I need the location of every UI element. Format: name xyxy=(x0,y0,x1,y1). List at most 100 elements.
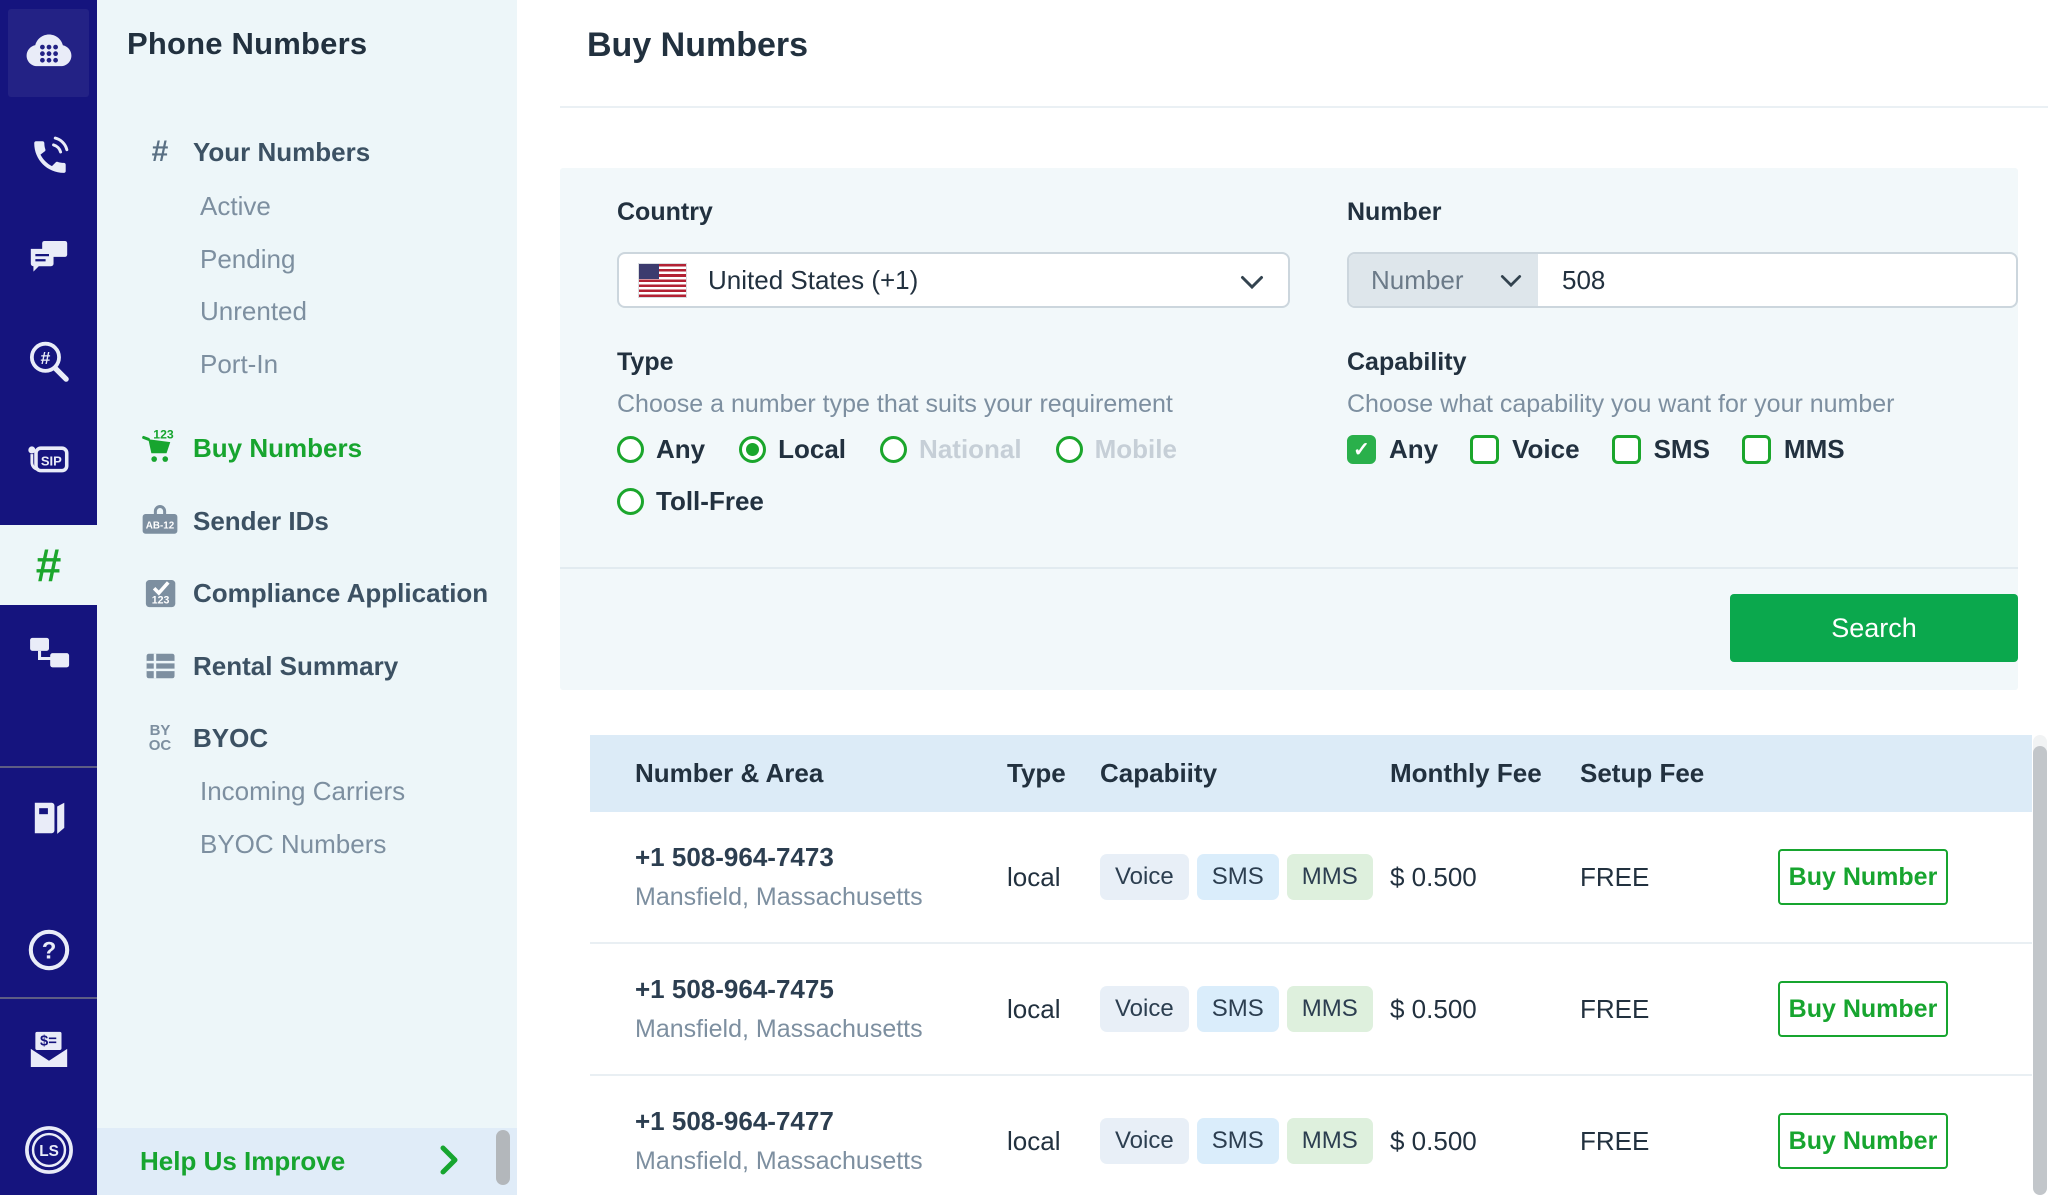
sidebar-item-sender-ids[interactable]: AB-12 Sender IDs xyxy=(97,499,517,543)
cart-icon: 123 xyxy=(137,427,183,469)
sidebar-item-rental-summary[interactable]: Rental Summary xyxy=(97,644,517,688)
table-header-row: Number & Area Type Capabiity Monthly Fee… xyxy=(590,735,2032,812)
sidebar-item-byoc[interactable]: BY OC BYOC xyxy=(97,716,517,760)
country-select[interactable]: United States (+1) xyxy=(617,252,1290,308)
chevron-down-icon xyxy=(1240,275,1264,290)
number-label: Number xyxy=(1347,198,1442,226)
compliance-icon: 123 xyxy=(137,573,183,613)
monthly-fee: $ 0.500 xyxy=(1390,993,1477,1024)
number-search-input[interactable]: 508 xyxy=(1538,254,2016,306)
header-divider xyxy=(560,106,2048,108)
table-scrollbar-thumb[interactable] xyxy=(2033,746,2047,1195)
radio-icon xyxy=(880,436,908,463)
rail-item-docs[interactable] xyxy=(0,786,97,850)
capability-badge-voice: Voice xyxy=(1100,1118,1189,1164)
buy-number-button[interactable]: Buy Number xyxy=(1778,1113,1948,1169)
sidebar-item-compliance-application[interactable]: 123 Compliance Application xyxy=(97,571,517,615)
number-mode-select[interactable]: Number xyxy=(1349,254,1538,306)
phone-number: +1 508-964-7477 xyxy=(635,1106,834,1136)
radio-type-toll-free[interactable]: Toll-Free xyxy=(617,486,764,517)
rail-item-messaging[interactable] xyxy=(0,226,97,290)
results-table: Number & Area Type Capabiity Monthly Fee… xyxy=(590,735,2032,1195)
table-list-icon xyxy=(137,647,183,685)
column-header: Type xyxy=(1007,758,1066,788)
capability-checkbox-group: ✓ Any Voice SMS MMS xyxy=(1347,434,1845,465)
table-row: +1 508-964-7475 Mansfield, Massachusetts… xyxy=(590,944,2032,1076)
area-name: Mansfield, Massachusetts xyxy=(635,1147,923,1175)
phone-number: +1 508-964-7475 xyxy=(635,974,834,1004)
sidebar-item-unrented[interactable]: Unrented xyxy=(200,291,307,331)
capability-badge-sms: SMS xyxy=(1196,1118,1279,1164)
country-label: Country xyxy=(617,198,713,226)
flow-icon xyxy=(23,626,75,678)
rail-item-billing[interactable]: $= xyxy=(0,1018,97,1082)
page-title: Buy Numbers xyxy=(587,26,809,64)
radio-icon xyxy=(617,436,644,463)
panel-divider xyxy=(560,567,2018,569)
user-avatar[interactable]: LS xyxy=(0,1118,97,1182)
radio-type-local[interactable]: Local xyxy=(739,434,846,465)
checkbox-icon xyxy=(1741,435,1771,464)
chevron-right-icon xyxy=(437,1142,461,1178)
sender-id-icon: AB-12 xyxy=(137,501,183,541)
type-hint: Choose a number type that suits your req… xyxy=(617,390,1173,418)
monthly-fee: $ 0.500 xyxy=(1390,1125,1477,1156)
capability-label: Capability xyxy=(1347,348,1467,376)
chevron-down-icon xyxy=(1500,274,1522,288)
sidebar-item-buy-numbers[interactable]: 123 Buy Numbers xyxy=(97,426,517,470)
capability-badge-mms: MMS xyxy=(1286,854,1373,900)
avatar-icon: LS xyxy=(22,1123,76,1177)
radio-type-any[interactable]: Any xyxy=(617,434,705,465)
app-logo[interactable] xyxy=(8,9,89,97)
checkbox-capability-any[interactable]: ✓ Any xyxy=(1347,434,1438,465)
radio-type-national[interactable]: National xyxy=(880,434,1022,465)
rail-item-search-numbers[interactable]: # xyxy=(0,330,97,394)
svg-text:AB-12: AB-12 xyxy=(146,521,175,532)
sidebar-item-pending[interactable]: Pending xyxy=(200,239,295,279)
checkbox-capability-sms[interactable]: SMS xyxy=(1611,434,1710,465)
buy-number-button[interactable]: Buy Number xyxy=(1778,849,1948,905)
capability-badge-voice: Voice xyxy=(1100,854,1189,900)
capability-badge-mms: MMS xyxy=(1286,986,1373,1032)
checkbox-icon: ✓ xyxy=(1347,435,1376,464)
icon-rail: # SIP # ? $= LS xyxy=(0,0,97,1195)
capability-badge-sms: SMS xyxy=(1196,854,1279,900)
svg-text:$=: $= xyxy=(40,1033,57,1049)
radio-type-mobile[interactable]: Mobile xyxy=(1055,434,1177,465)
sidebar-phone-numbers: Phone Numbers # Your Numbers Active Pend… xyxy=(97,0,517,1195)
rail-item-voice[interactable] xyxy=(0,126,97,190)
checkbox-capability-mms[interactable]: MMS xyxy=(1741,434,1845,465)
docs-icon xyxy=(25,794,73,842)
help-us-improve-label: Help Us Improve xyxy=(140,1146,346,1176)
svg-text:LS: LS xyxy=(39,1143,59,1160)
rail-item-phone-numbers-active[interactable]: # xyxy=(0,525,97,605)
monthly-fee: $ 0.500 xyxy=(1390,861,1477,892)
checkbox-icon xyxy=(1611,435,1641,464)
rail-item-help[interactable]: ? xyxy=(0,918,97,982)
byoc-icon: BY OC xyxy=(148,722,172,754)
sidebar-item-byoc-numbers[interactable]: BYOC Numbers xyxy=(200,824,386,864)
buy-number-button[interactable]: Buy Number xyxy=(1778,981,1948,1037)
checkbox-icon xyxy=(1470,435,1500,464)
cloud-dialpad-icon xyxy=(20,24,78,82)
checkbox-capability-voice[interactable]: Voice xyxy=(1470,434,1580,465)
rail-item-sip-trunking[interactable]: SIP xyxy=(0,428,97,492)
column-header: Monthly Fee xyxy=(1390,758,1542,788)
setup-fee: FREE xyxy=(1580,861,1650,892)
number-search-input-group: Number 508 xyxy=(1347,252,2018,308)
capability-badge-mms: MMS xyxy=(1286,1118,1373,1164)
sidebar-item-port-in[interactable]: Port-In xyxy=(200,344,278,384)
search-filters-panel: Country United States (+1) Number Number… xyxy=(560,168,2018,690)
sidebar-item-incoming-carriers[interactable]: Incoming Carriers xyxy=(200,771,405,811)
radio-icon xyxy=(1055,436,1083,463)
number-type: local xyxy=(1007,993,1061,1024)
sidebar-item-your-numbers[interactable]: # Your Numbers xyxy=(97,130,517,174)
search-button[interactable]: Search xyxy=(1730,594,2018,662)
rail-item-flow[interactable] xyxy=(0,620,97,684)
radio-icon xyxy=(739,436,767,463)
sidebar-item-active[interactable]: Active xyxy=(200,186,271,226)
help-us-improve-banner[interactable]: Help Us Improve xyxy=(97,1128,517,1195)
sidebar-scrollbar-thumb[interactable] xyxy=(496,1130,510,1185)
svg-text:123: 123 xyxy=(152,595,170,607)
sidebar-title: Phone Numbers xyxy=(127,26,368,61)
